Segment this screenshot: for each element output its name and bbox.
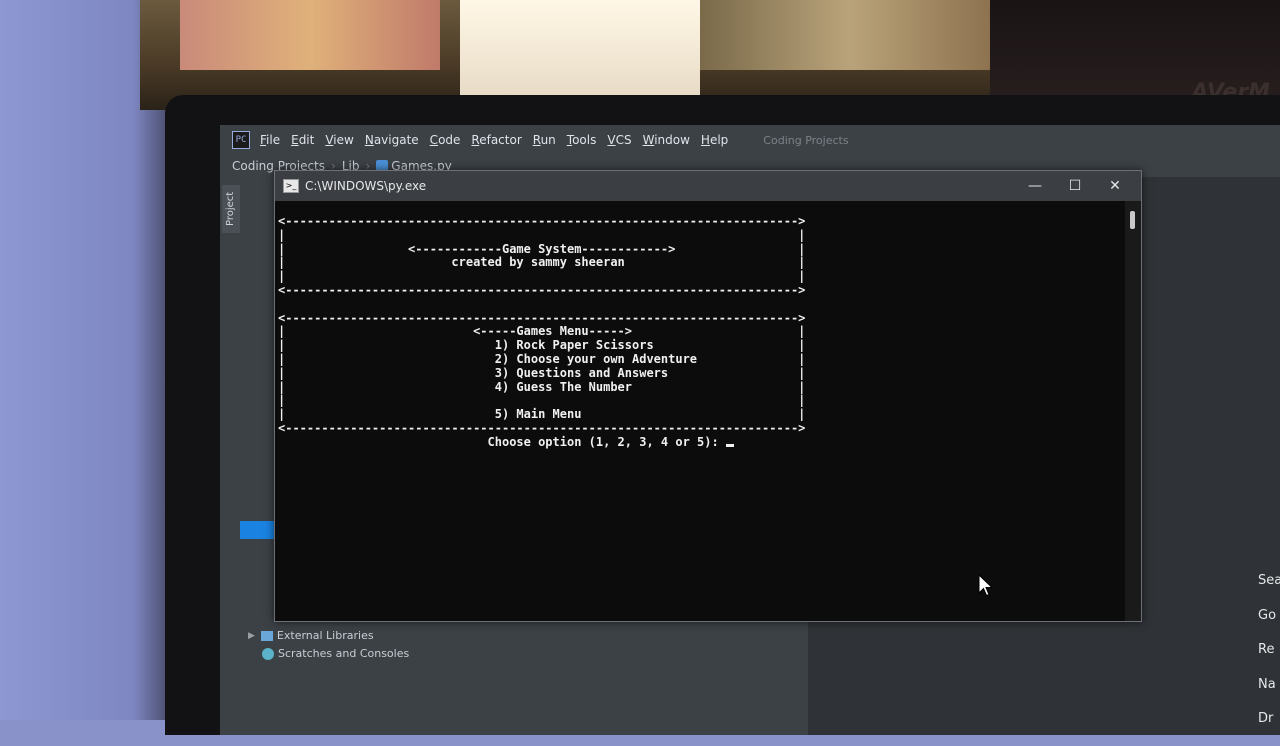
selection-marker — [240, 521, 274, 539]
console-line: <---------------------------------------… — [278, 420, 806, 435]
menu-refactor[interactable]: Refactor — [471, 133, 521, 147]
library-icon — [260, 630, 273, 641]
console-line: | 3) Questions and Answers | — [278, 365, 806, 380]
console-line: | 5) Main Menu | — [278, 407, 806, 422]
shelf-box — [700, 0, 1000, 70]
project-title: Coding Projects — [763, 133, 849, 147]
minimize-button[interactable]: — — [1015, 171, 1055, 201]
chevron-right-icon: ▶ — [248, 630, 255, 641]
menu-code[interactable]: Code — [430, 133, 461, 147]
menu-tools[interactable]: Tools — [567, 133, 597, 147]
console-icon: >_ — [283, 179, 299, 193]
console-line: | | — [278, 227, 806, 242]
tool-strip: Project — [220, 177, 243, 735]
pycharm-icon[interactable]: PC — [232, 131, 250, 149]
maximize-button[interactable]: ☐ — [1055, 171, 1095, 201]
console-output[interactable]: <---------------------------------------… — [275, 201, 1125, 621]
close-button[interactable]: ✕ — [1095, 171, 1135, 201]
menu-bar: PC File Edit View Navigate Code Refactor… — [220, 125, 1280, 155]
console-window[interactable]: >_ C:\WINDOWS\py.exe — ☐ ✕ <------------… — [274, 170, 1142, 622]
menu-view[interactable]: View — [325, 133, 353, 147]
console-title: C:\WINDOWS\py.exe — [305, 179, 427, 193]
console-text: <---------------------------------------… — [278, 214, 806, 450]
menu-file[interactable]: File — [260, 133, 280, 147]
menu-run[interactable]: Run — [533, 133, 556, 147]
console-line: | <-----Games Menu-----> | — [278, 324, 806, 339]
menu-edit[interactable]: Edit — [291, 133, 314, 147]
console-line: | created by sammy sheeran | — [278, 255, 806, 270]
console-line: | <------------Game System------------> … — [278, 241, 806, 256]
console-titlebar[interactable]: >_ C:\WINDOWS\py.exe — ☐ ✕ — [275, 171, 1141, 201]
console-scrollbar[interactable] — [1125, 201, 1141, 621]
menu-navigate[interactable]: Navigate — [365, 133, 419, 147]
shelf-box — [180, 0, 440, 70]
console-line: | 2) Choose your own Adventure | — [278, 351, 806, 366]
menu-help[interactable]: Help — [701, 133, 728, 147]
console-line: | | — [278, 269, 806, 284]
lamp-glow — [460, 0, 700, 95]
text-cursor — [725, 443, 734, 447]
tree-scratches[interactable]: Scratches and Consoles — [262, 647, 409, 660]
mouse-pointer-icon — [978, 574, 994, 597]
console-prompt[interactable]: Choose option (1, 2, 3, 4 or 5): — [278, 435, 726, 449]
console-line: | 4) Guess The Number | — [278, 379, 806, 394]
console-line: <---------------------------------------… — [278, 214, 806, 228]
menu-vcs[interactable]: VCS — [607, 133, 631, 147]
console-line: <---------------------------------------… — [278, 310, 806, 325]
console-line: | | — [278, 393, 806, 408]
console-line: <---------------------------------------… — [278, 282, 806, 297]
project-tab[interactable]: Project — [222, 185, 240, 233]
tree-external-libraries[interactable]: ▶ External Libraries — [248, 629, 374, 642]
scratches-icon — [262, 647, 274, 660]
menu-window[interactable]: Window — [643, 133, 690, 147]
scrollbar-thumb[interactable] — [1130, 211, 1135, 229]
console-line: | 1) Rock Paper Scissors | — [278, 338, 806, 353]
